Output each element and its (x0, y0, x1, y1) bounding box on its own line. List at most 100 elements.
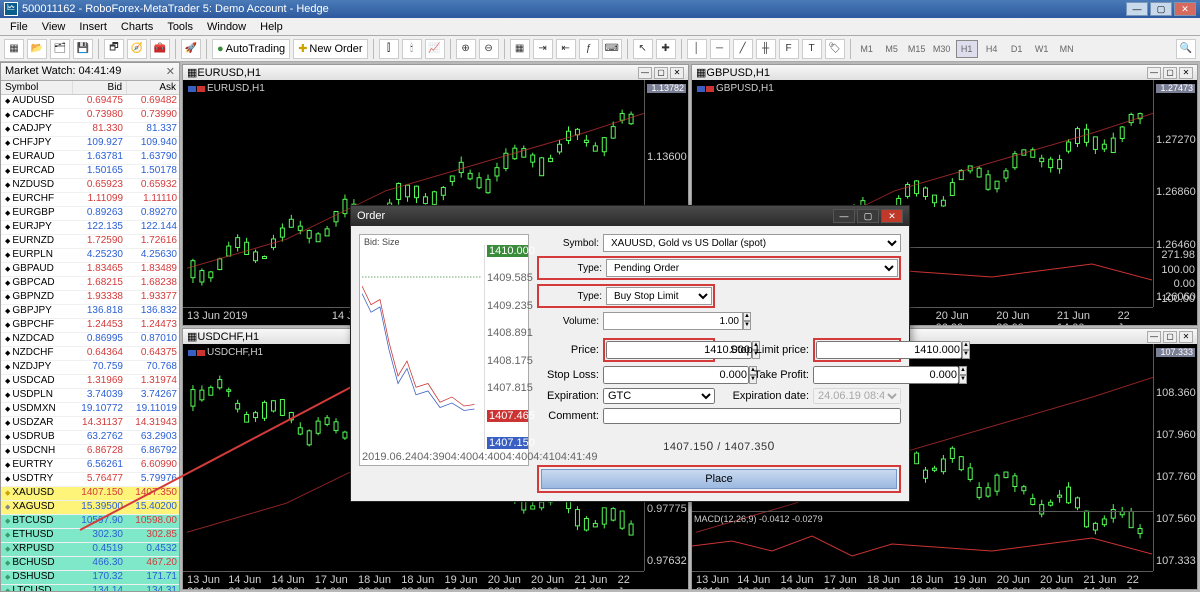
market-watch-row[interactable]: GBPCHF1.244531.24473 (1, 319, 179, 333)
text-icon[interactable]: T (802, 39, 822, 59)
menu-view[interactable]: View (36, 21, 72, 33)
market-watch-row[interactable]: EURCHF1.110991.11110 (1, 193, 179, 207)
stoplimit-input[interactable] (816, 341, 962, 359)
chart-max-icon[interactable]: ▢ (1163, 67, 1177, 79)
market-watch-row[interactable]: EURNZD1.725901.72616 (1, 235, 179, 249)
chart-min-icon[interactable]: — (638, 67, 652, 79)
dialog-close-icon[interactable]: ✕ (881, 209, 903, 223)
market-watch-row[interactable]: USDCNH6.867286.86792 (1, 445, 179, 459)
market-watch-row[interactable]: CHFJPY109.927109.940 (1, 137, 179, 151)
market-watch-row[interactable]: BTCUSD10597.9010598.00 (1, 515, 179, 529)
templates-icon[interactable]: ⌨ (602, 39, 622, 59)
open-icon[interactable]: 📂 (27, 39, 47, 59)
crosshair-icon[interactable]: ✚ (656, 39, 676, 59)
market-watch-row[interactable]: NZDUSD0.659230.65932 (1, 179, 179, 193)
market-watch-row[interactable]: XAUUSD1407.1501407.350 (1, 487, 179, 501)
symbol-select[interactable]: XAUUSD, Gold vs US Dollar (spot) (603, 234, 901, 252)
market-watch-row[interactable]: NZDJPY70.75970.768 (1, 361, 179, 375)
market-watch-row[interactable]: USDPLN3.740393.74267 (1, 389, 179, 403)
tf-h1[interactable]: H1 (956, 40, 978, 58)
market-watch-row[interactable]: EURAUD1.637811.63790 (1, 151, 179, 165)
place-button[interactable]: Place (541, 469, 897, 489)
strategy-tester-icon[interactable]: 🚀 (181, 39, 201, 59)
market-watch-row[interactable]: GBPJPY136.818136.832 (1, 305, 179, 319)
market-watch-row[interactable]: CADCHF0.739800.73990 (1, 109, 179, 123)
market-watch-row[interactable]: BCHUSD466.30467.20 (1, 557, 179, 571)
volume-spinner[interactable]: ▲▼ (743, 312, 751, 330)
market-watch-row[interactable]: DSHUSD170.32171.71 (1, 571, 179, 585)
market-watch-row[interactable]: CADJPY81.33081.337 (1, 123, 179, 137)
candle-chart-icon[interactable]: 🕯 (402, 39, 422, 59)
market-watch-row[interactable]: USDMXN19.1077219.11019 (1, 403, 179, 417)
line-chart-icon[interactable]: 📈 (425, 39, 445, 59)
indicators-icon[interactable]: ƒ (579, 39, 599, 59)
trendline-icon[interactable]: ╱ (733, 39, 753, 59)
order-type-select[interactable]: Pending Order (606, 259, 898, 277)
chart-max-icon[interactable]: ▢ (1163, 331, 1177, 343)
tf-m1[interactable]: M1 (856, 40, 878, 58)
chart-close-icon[interactable]: ✕ (1179, 331, 1193, 343)
market-watch-row[interactable]: EURCAD1.501651.50178 (1, 165, 179, 179)
tf-m5[interactable]: M5 (881, 40, 903, 58)
minimize-button[interactable]: — (1126, 2, 1148, 16)
market-watch-row[interactable]: NZDCHF0.643640.64375 (1, 347, 179, 361)
market-watch-row[interactable]: GBPCAD1.682151.68238 (1, 277, 179, 291)
market-watch-row[interactable]: EURPLN4.252304.25630 (1, 249, 179, 263)
tf-w1[interactable]: W1 (1031, 40, 1053, 58)
close-button[interactable]: ✕ (1174, 2, 1196, 16)
menu-tools[interactable]: Tools (161, 21, 199, 33)
menu-file[interactable]: File (4, 21, 34, 33)
menu-insert[interactable]: Insert (73, 21, 113, 33)
shift-icon[interactable]: ⇤ (556, 39, 576, 59)
search-icon[interactable]: 🔍 (1176, 39, 1196, 59)
market-watch-row[interactable]: EURTRY6.562616.60990 (1, 459, 179, 473)
chart-close-icon[interactable]: ✕ (1179, 67, 1193, 79)
hline-icon[interactable]: ─ (710, 39, 730, 59)
expiration-select[interactable]: GTC (603, 388, 715, 404)
market-watch-row[interactable]: LTCUSD134.14134.31 (1, 585, 179, 591)
market-watch-row[interactable]: EURGBP0.892630.89270 (1, 207, 179, 221)
chart-min-icon[interactable]: — (1147, 331, 1161, 343)
tp-spinner[interactable]: ▲▼ (959, 366, 967, 384)
chart-min-icon[interactable]: — (1147, 67, 1161, 79)
fibo-icon[interactable]: F (779, 39, 799, 59)
new-chart-icon[interactable]: ▦ (4, 39, 24, 59)
market-watch-row[interactable]: USDZAR14.3113714.31943 (1, 417, 179, 431)
market-watch-row[interactable]: AUDUSD0.694750.69482 (1, 95, 179, 109)
tp-input[interactable] (813, 366, 959, 384)
tf-m30[interactable]: M30 (931, 40, 953, 58)
market-watch-row[interactable]: XAGUSD15.3950015.40200 (1, 501, 179, 515)
market-watch-row[interactable]: USDRUB63.276263.2903 (1, 431, 179, 445)
text-label-icon[interactable]: 🏷 (825, 39, 845, 59)
tf-d1[interactable]: D1 (1006, 40, 1028, 58)
zoom-in-icon[interactable]: ⊕ (456, 39, 476, 59)
navigator-icon[interactable]: 🧭 (127, 39, 147, 59)
autotrading-button[interactable]: ●AutoTrading (212, 39, 290, 59)
bar-chart-icon[interactable]: ⫿ (379, 39, 399, 59)
menu-help[interactable]: Help (254, 21, 289, 33)
chart-max-icon[interactable]: ▢ (654, 67, 668, 79)
new-order-button[interactable]: ✚New Order (293, 39, 367, 59)
market-watch-row[interactable]: XRPUSD0.45190.4532 (1, 543, 179, 557)
tf-h4[interactable]: H4 (981, 40, 1003, 58)
market-watch-row[interactable]: GBPNZD1.933381.93377 (1, 291, 179, 305)
market-watch-row[interactable]: NZDCAD0.869950.87010 (1, 333, 179, 347)
volume-input[interactable] (603, 312, 743, 330)
pending-type-select[interactable]: Buy Stop Limit (606, 287, 712, 305)
maximize-button[interactable]: ▢ (1150, 2, 1172, 16)
market-watch-row[interactable]: EURJPY122.135122.144 (1, 221, 179, 235)
save-icon[interactable]: 💾 (73, 39, 93, 59)
stoplimit-spinner[interactable]: ▲▼ (962, 341, 970, 359)
expdate-select[interactable]: 24.06.19 08:40 (813, 388, 901, 404)
market-watch-body[interactable]: AUDUSD0.694750.69482CADCHF0.739800.73990… (1, 95, 179, 591)
tf-mn[interactable]: MN (1056, 40, 1078, 58)
menu-charts[interactable]: Charts (115, 21, 159, 33)
autoscroll-icon[interactable]: ⇥ (533, 39, 553, 59)
market-watch-close-icon[interactable]: ✕ (166, 65, 175, 78)
dialog-maximize-icon[interactable]: ▢ (857, 209, 879, 223)
cursor-icon[interactable]: ↖ (633, 39, 653, 59)
market-watch-icon[interactable]: 🗗 (104, 39, 124, 59)
profile-icon[interactable]: 🗂 (50, 39, 70, 59)
tf-m15[interactable]: M15 (906, 40, 928, 58)
menu-window[interactable]: Window (201, 21, 252, 33)
